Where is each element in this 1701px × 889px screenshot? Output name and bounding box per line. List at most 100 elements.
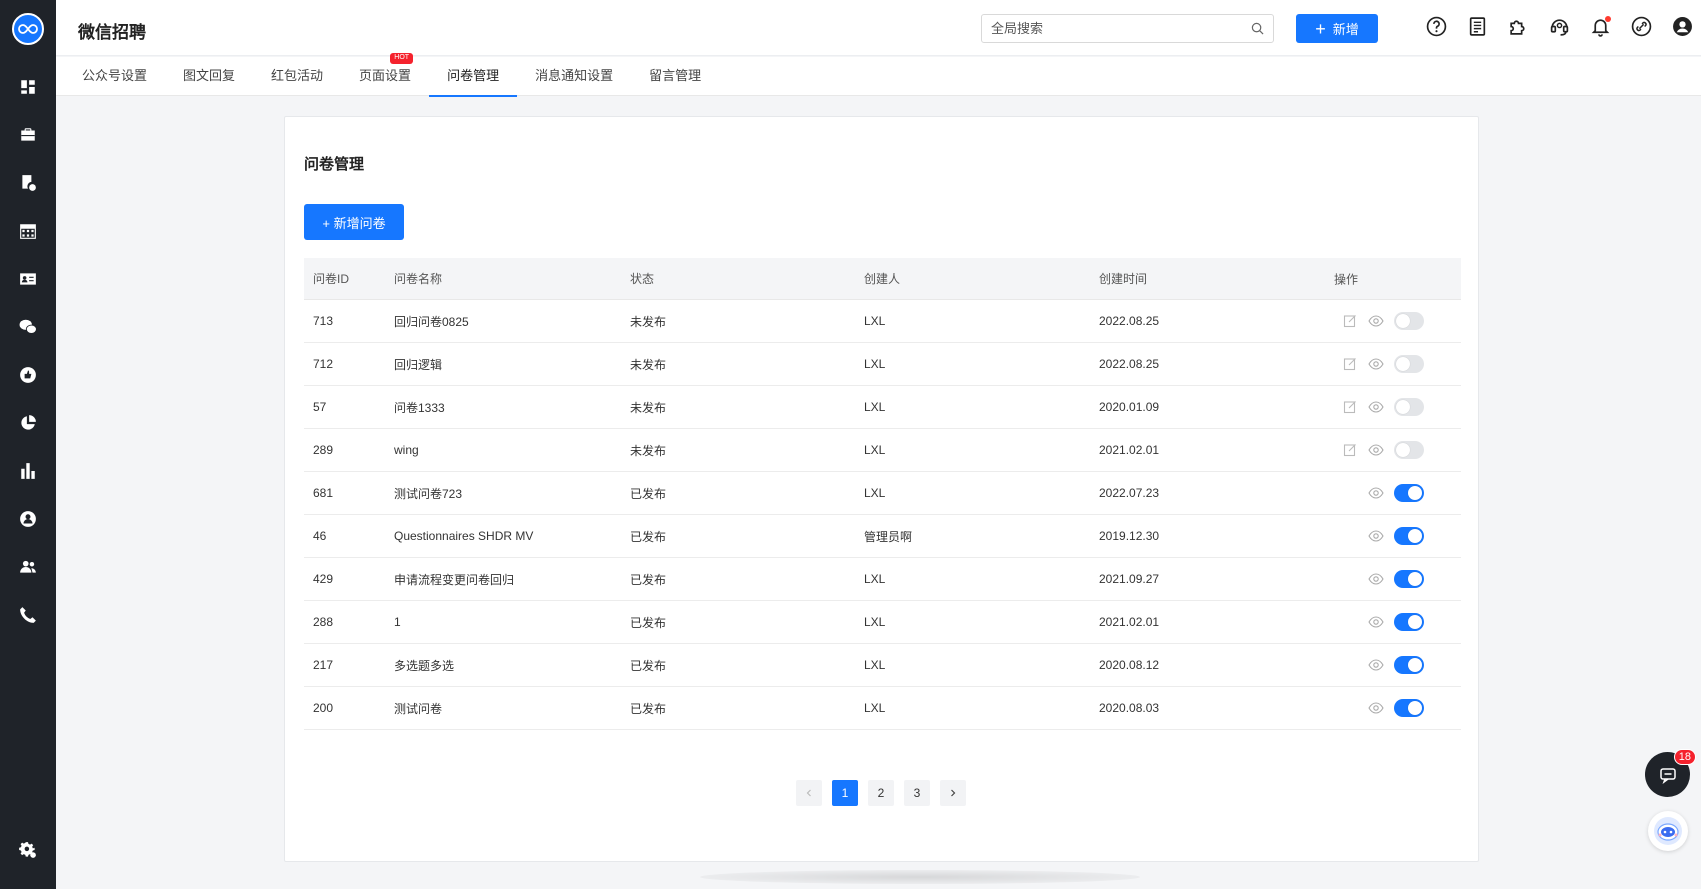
app-title: 微信招聘 <box>78 23 146 42</box>
links-button[interactable] <box>1631 16 1652 37</box>
prev-page-button[interactable] <box>796 780 822 806</box>
edit-icon[interactable] <box>1342 399 1358 415</box>
publish-toggle[interactable] <box>1394 613 1424 631</box>
table-row: 57 问卷1333 未发布 LXL 2020.01.09 <box>304 386 1461 429</box>
preview-eye-icon[interactable] <box>1368 528 1384 544</box>
sidebar-item-dashboard[interactable] <box>0 63 56 111</box>
sidebar <box>0 0 56 889</box>
plugins-button[interactable] <box>1508 16 1529 37</box>
cell-actions <box>1334 601 1461 643</box>
cell-status: 已发布 <box>630 615 667 630</box>
publish-toggle[interactable] <box>1394 656 1424 674</box>
cell-name: wing <box>394 443 419 457</box>
help-button[interactable] <box>1426 16 1447 37</box>
support-button[interactable] <box>1549 16 1570 37</box>
publish-toggle[interactable] <box>1394 699 1424 717</box>
preview-eye-icon[interactable] <box>1368 614 1384 630</box>
preview-eye-icon[interactable] <box>1368 356 1384 372</box>
id-card-icon <box>20 273 36 285</box>
bar-chart-icon <box>21 463 35 479</box>
cell-creator: LXL <box>864 400 886 414</box>
tab-notification-settings[interactable]: 消息通知设置 <box>517 57 631 96</box>
publish-toggle[interactable] <box>1394 484 1424 502</box>
table-row: 713 回归问卷0825 未发布 LXL 2022.08.25 <box>304 300 1461 343</box>
logo[interactable] <box>12 13 44 45</box>
preview-eye-icon[interactable] <box>1368 657 1384 673</box>
new-questionnaire-button[interactable]: + 新增问卷 <box>304 204 404 240</box>
hot-badge: HOT <box>390 53 414 64</box>
sidebar-item-calendar[interactable] <box>0 207 56 255</box>
assistant-button[interactable] <box>1648 811 1688 851</box>
chat-badge: 18 <box>1673 749 1696 765</box>
preview-eye-icon[interactable] <box>1368 313 1384 329</box>
cell-creator: 管理员啊 <box>864 529 913 544</box>
chat-icon <box>1659 767 1676 784</box>
account-button[interactable] <box>1672 16 1693 37</box>
cell-name: 回归问卷0825 <box>394 314 469 329</box>
cell-created: 2021.02.01 <box>1099 443 1160 457</box>
edit-icon[interactable] <box>1342 356 1358 372</box>
preview-eye-icon[interactable] <box>1368 442 1384 458</box>
tab-page-settings[interactable]: 页面设置 HOT <box>341 53 429 96</box>
edit-icon[interactable] <box>1342 442 1358 458</box>
thumbs-up-icon <box>20 367 36 383</box>
global-search[interactable] <box>981 14 1274 43</box>
tab-red-packet[interactable]: 红包活动 <box>253 57 341 96</box>
preview-eye-icon[interactable] <box>1368 399 1384 415</box>
edit-icon[interactable] <box>1342 313 1358 329</box>
cell-created: 2020.01.09 <box>1099 400 1160 414</box>
page-1-button[interactable]: 1 <box>832 780 858 806</box>
sidebar-item-team[interactable] <box>0 543 56 591</box>
help-icon <box>1426 16 1447 37</box>
docs-button[interactable] <box>1467 16 1488 37</box>
publish-toggle[interactable] <box>1394 441 1424 459</box>
sidebar-item-settings[interactable] <box>0 841 56 859</box>
sidebar-item-employees[interactable] <box>0 495 56 543</box>
cell-status: 未发布 <box>630 443 667 458</box>
cell-name: 多选题多选 <box>394 658 455 673</box>
sidebar-item-jobs[interactable] <box>0 111 56 159</box>
notifications-button[interactable] <box>1590 16 1611 37</box>
add-button-label: 新增 <box>1332 22 1359 37</box>
sidebar-item-resumes[interactable] <box>0 159 56 207</box>
add-button[interactable]: + 新增 <box>1296 14 1378 43</box>
sidebar-item-feedback[interactable] <box>0 351 56 399</box>
table-row: 289 wing 未发布 LXL 2021.02.01 <box>304 429 1461 472</box>
sidebar-item-wechat[interactable] <box>0 303 56 351</box>
publish-toggle[interactable] <box>1394 312 1424 330</box>
tab-article-reply[interactable]: 图文回复 <box>165 57 253 96</box>
sidebar-item-phone[interactable] <box>0 591 56 639</box>
publish-toggle[interactable] <box>1394 570 1424 588</box>
preview-eye-icon[interactable] <box>1368 485 1384 501</box>
column-header-actions: 操作 <box>1334 272 1359 286</box>
publish-toggle[interactable] <box>1394 355 1424 373</box>
publish-toggle[interactable] <box>1394 398 1424 416</box>
column-header-id: 问卷ID <box>313 272 350 286</box>
bottom-shadow <box>700 870 1140 884</box>
table-row: 429 申请流程变更问卷回归 已发布 LXL 2021.09.27 <box>304 558 1461 601</box>
table-row: 217 多选题多选 已发布 LXL 2020.08.12 <box>304 644 1461 687</box>
publish-toggle[interactable] <box>1394 527 1424 545</box>
sidebar-item-analytics[interactable] <box>0 399 56 447</box>
preview-eye-icon[interactable] <box>1368 571 1384 587</box>
next-page-button[interactable] <box>940 780 966 806</box>
cell-created: 2021.09.27 <box>1099 572 1160 586</box>
page-2-button[interactable]: 2 <box>868 780 894 806</box>
search-input[interactable] <box>991 21 1251 36</box>
cell-name: 测试问卷723 <box>394 486 463 501</box>
page-3-button[interactable]: 3 <box>904 780 930 806</box>
tab-messages[interactable]: 留言管理 <box>631 57 719 96</box>
questionnaire-table: 问卷ID 问卷名称 状态 创建人 创建时间 操作 713 回归问卷0825 未发布 L… <box>304 258 1461 730</box>
chat-button[interactable]: 18 <box>1645 749 1696 797</box>
cell-actions <box>1334 429 1461 471</box>
preview-eye-icon[interactable] <box>1368 700 1384 716</box>
search-icon[interactable] <box>1251 22 1264 35</box>
cell-created: 2022.08.25 <box>1099 314 1160 328</box>
tab-questionnaire[interactable]: 问卷管理 <box>429 57 518 97</box>
cell-id: 288 <box>313 615 334 629</box>
cell-created: 2020.08.12 <box>1099 658 1160 672</box>
sidebar-item-reports[interactable] <box>0 447 56 495</box>
sidebar-item-candidates[interactable] <box>0 255 56 303</box>
tab-official-account[interactable]: 公众号设置 <box>64 57 165 96</box>
team-icon <box>20 560 36 573</box>
